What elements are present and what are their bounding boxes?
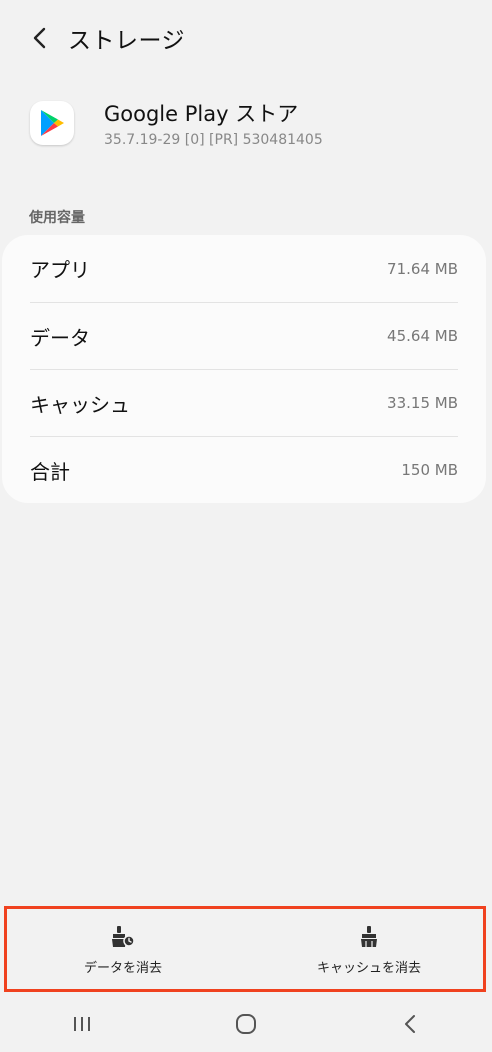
usage-section-label: 使用容量 [29,210,85,226]
page-title: ストレージ [68,28,186,54]
clear-data-button[interactable]: データを消去 [0,905,246,995]
home-button[interactable] [221,1004,271,1044]
back-icon [405,1015,415,1033]
system-nav-bar [0,996,492,1052]
row-value: 45.64 MB [387,327,458,345]
usage-row-total: 合計 150 MB [30,436,458,503]
usage-row-data: データ 45.64 MB [30,302,458,369]
app-info: Google Play ストア 35.7.19-29 [0] [PR] 5304… [30,98,323,148]
clear-cache-icon [357,925,381,949]
recents-icon [74,1017,90,1031]
usage-row-app: アプリ 71.64 MB [30,235,458,302]
clear-data-label: データを消去 [83,960,162,976]
app-name: Google Play ストア [104,102,299,126]
row-label: 合計 [30,459,70,484]
usage-card: アプリ 71.64 MB データ 45.64 MB キャッシュ 33.15 MB… [2,235,486,503]
row-value: 33.15 MB [387,394,458,412]
back-button[interactable] [26,25,52,51]
google-play-icon [30,101,74,145]
clear-cache-button[interactable]: キャッシュを消去 [246,905,492,995]
app-version: 35.7.19-29 [0] [PR] 530481405 [104,132,323,148]
recents-button[interactable] [57,1004,107,1044]
row-label: アプリ [30,258,90,282]
app-bar: ストレージ [0,0,492,76]
row-value: 150 MB [401,461,458,479]
usage-row-cache: キャッシュ 33.15 MB [30,369,458,436]
clear-cache-label: キャッシュを消去 [316,960,421,976]
row-label: キャッシュ [30,392,130,417]
clear-data-icon [111,925,135,949]
nav-back-button[interactable] [385,1004,435,1044]
row-value: 71.64 MB [387,259,458,278]
home-icon [236,1014,256,1034]
bottom-action-bar: データを消去 キャッシュを消去 [0,905,492,995]
row-label: データ [30,325,90,350]
chevron-left-icon [33,27,46,49]
